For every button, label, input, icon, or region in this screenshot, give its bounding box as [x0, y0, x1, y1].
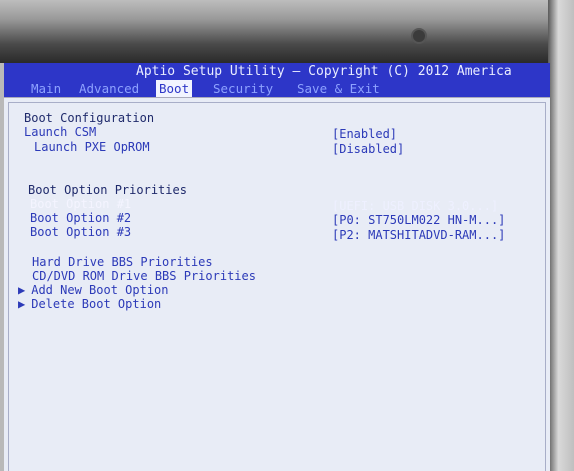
monitor-bezel-right — [548, 0, 574, 471]
launch-pxe-oprom-value[interactable]: [Disabled] — [332, 142, 404, 156]
webcam-icon — [411, 28, 427, 44]
submenu-arrow-icon: ▶ — [18, 283, 26, 297]
add-new-boot-option-label: Add New Boot Option — [31, 283, 169, 297]
add-new-boot-option[interactable]: ▶ Add New Boot Option — [18, 283, 169, 297]
bios-title: Aptio Setup Utility – Copyright (C) 2012… — [136, 64, 512, 79]
boot-option-1-label[interactable]: Boot Option #1 — [30, 197, 131, 211]
boot-option-priorities-heading: Boot Option Priorities — [28, 183, 187, 197]
boot-option-1-value[interactable]: [UEFI: USB DISK 3.0...] — [332, 199, 498, 213]
boot-option-2-value[interactable]: [P0: ST750LM022 HN-M...] — [332, 213, 505, 227]
delete-boot-option[interactable]: ▶ Delete Boot Option — [18, 297, 161, 311]
hard-drive-bbs-priorities[interactable]: Hard Drive BBS Priorities — [32, 255, 213, 269]
launch-pxe-oprom-label[interactable]: Launch PXE OpROM — [34, 140, 150, 154]
boot-option-3-value[interactable]: [P2: MATSHITADVD-RAM...] — [332, 228, 505, 242]
boot-option-3-label[interactable]: Boot Option #3 — [30, 225, 131, 239]
monitor-bezel-top — [0, 0, 574, 63]
boot-configuration-heading: Boot Configuration — [24, 111, 155, 125]
cdrom-drive-bbs-priorities[interactable]: CD/DVD ROM Drive BBS Priorities — [32, 269, 256, 283]
bios-title-bar: Aptio Setup Utility – Copyright (C) 2012… — [4, 63, 550, 80]
tab-main[interactable]: Main — [28, 80, 64, 97]
tab-security[interactable]: Security — [210, 80, 276, 97]
bios-screen: Aptio Setup Utility – Copyright (C) 2012… — [4, 63, 550, 471]
tab-boot[interactable]: Boot — [156, 80, 193, 97]
bios-menu-bar: Main Advanced Boot Security Save & Exit — [4, 80, 550, 97]
tab-advanced[interactable]: Advanced — [76, 80, 142, 97]
tab-save-exit[interactable]: Save & Exit — [294, 80, 383, 97]
boot-option-2-label[interactable]: Boot Option #2 — [30, 211, 131, 225]
launch-csm-value[interactable]: [Enabled] — [332, 127, 397, 141]
submenu-arrow-icon: ▶ — [18, 297, 26, 311]
delete-boot-option-label: Delete Boot Option — [31, 297, 162, 311]
bios-content-panel: Boot Configuration Launch CSM [Enabled] … — [4, 97, 550, 471]
launch-csm-label[interactable]: Launch CSM — [24, 125, 96, 139]
